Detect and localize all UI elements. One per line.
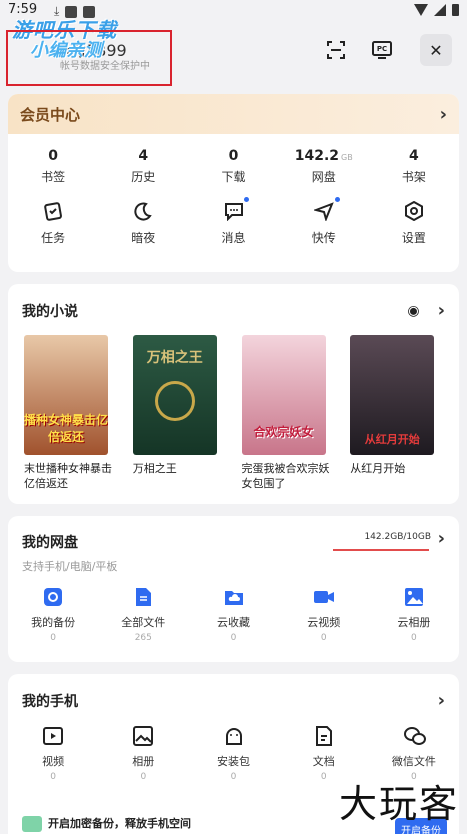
backup-icon bbox=[42, 586, 64, 608]
book-title: 万相之王 bbox=[132, 462, 177, 475]
chevron-right-icon: › bbox=[439, 103, 447, 125]
tool-task[interactable]: 任务 bbox=[8, 199, 98, 246]
eye-icon[interactable]: ◉ bbox=[407, 303, 419, 319]
chevron-right-icon[interactable]: › bbox=[438, 300, 445, 321]
section-title: 我的小说 bbox=[22, 303, 78, 320]
disk-all-files[interactable]: 全部文件 265 bbox=[98, 586, 188, 643]
vip-card: 会员中心 › 0 书签 4 历史 0 下载 142.2 GB 网盘 4 书架 任务 暗夜 消… bbox=[8, 94, 459, 272]
backup-text: 开启加密备份，释放手机空间 bbox=[48, 817, 191, 830]
stat-downloads[interactable]: 0 下载 bbox=[188, 148, 278, 185]
book-item[interactable]: 合欢宗妖女 完蛋我被合欢宗妖女包围了 bbox=[234, 335, 343, 491]
chevron-right-icon[interactable]: › bbox=[438, 528, 445, 549]
disk-backup[interactable]: 我的备份 0 bbox=[8, 586, 98, 643]
moon-icon bbox=[131, 199, 155, 223]
tool-settings[interactable]: 设置 bbox=[369, 199, 459, 246]
tool-night-mode[interactable]: 暗夜 bbox=[98, 199, 188, 246]
file-icon bbox=[132, 586, 154, 608]
phone-videos[interactable]: 视频 0 bbox=[8, 725, 98, 782]
tool-messages[interactable]: 消息 bbox=[188, 197, 278, 246]
cloud-folder-icon bbox=[223, 586, 245, 608]
image-icon bbox=[132, 725, 154, 747]
disk-cloud-video[interactable]: 云视频 0 bbox=[279, 586, 369, 643]
book-item[interactable]: 万相之王 万相之王 bbox=[125, 335, 234, 491]
book-title: 末世播种女神暴击亿倍返还 bbox=[24, 462, 112, 490]
task-icon bbox=[41, 199, 65, 223]
doc-icon bbox=[313, 725, 335, 747]
stat-bookshelf[interactable]: 4 书架 bbox=[369, 148, 459, 185]
album-icon bbox=[403, 586, 425, 608]
my-cloud-disk-card: 我的网盘 142.2GB/10GB › 支持手机/电脑/平板 我的备份 0 全部… bbox=[8, 516, 459, 662]
stat-bookmarks[interactable]: 0 书签 bbox=[8, 148, 98, 185]
storage-quota: 142.2GB/10GB bbox=[364, 532, 431, 542]
vip-title: 会员中心 bbox=[20, 105, 81, 124]
chevron-right-icon[interactable]: › bbox=[438, 690, 445, 711]
video-icon bbox=[313, 586, 335, 608]
my-novels-card: 我的小说 ◉ › 播种女神暴击亿倍返还 末世播种女神暴击亿倍返还 万相之王 万相… bbox=[8, 284, 459, 504]
section-title: 我的手机 bbox=[22, 693, 78, 710]
emblem bbox=[154, 381, 195, 421]
book-cover: 万相之王 bbox=[132, 335, 217, 455]
disk-subtitle: 支持手机/电脑/平板 bbox=[22, 560, 118, 573]
book-title: 从红月开始 bbox=[350, 462, 406, 475]
corner-watermark: 大玩客 bbox=[338, 782, 459, 826]
book-cover: 合欢宗妖女 bbox=[241, 335, 326, 455]
book-title: 完蛋我被合欢宗妖女包围了 bbox=[241, 462, 330, 490]
book-item[interactable]: 从红月开始 从红月开始 bbox=[342, 335, 451, 491]
storage-bar-fill bbox=[333, 549, 429, 551]
send-icon bbox=[312, 199, 336, 223]
phone-photos[interactable]: 相册 0 bbox=[98, 725, 188, 782]
storage-bar bbox=[333, 549, 429, 551]
message-icon bbox=[222, 199, 246, 223]
disk-cloud-album[interactable]: 云相册 0 bbox=[369, 586, 459, 643]
book-cover: 从红月开始 bbox=[350, 335, 435, 455]
book-item[interactable]: 播种女神暴击亿倍返还 末世播种女神暴击亿倍返还 bbox=[16, 335, 125, 491]
disk-cloud-favorites[interactable]: 云收藏 0 bbox=[188, 586, 278, 643]
vip-center-bar[interactable]: 会员中心 › bbox=[8, 94, 459, 134]
play-icon bbox=[42, 725, 64, 747]
phone-apks[interactable]: 安装包 0 bbox=[188, 725, 278, 782]
wechat-icon bbox=[403, 725, 426, 747]
android-icon bbox=[223, 725, 245, 747]
shield-icon bbox=[22, 816, 42, 832]
stat-netdisk[interactable]: 142.2 GB 网盘 bbox=[279, 148, 369, 185]
book-cover: 播种女神暴击亿倍返还 bbox=[24, 335, 108, 455]
unread-dot bbox=[334, 197, 340, 202]
section-title: 我的网盘 bbox=[22, 535, 78, 551]
stat-history[interactable]: 4 历史 bbox=[98, 148, 188, 185]
tool-quick-send[interactable]: 快传 bbox=[279, 197, 369, 246]
settings-icon bbox=[402, 199, 426, 223]
unread-dot bbox=[244, 197, 250, 202]
